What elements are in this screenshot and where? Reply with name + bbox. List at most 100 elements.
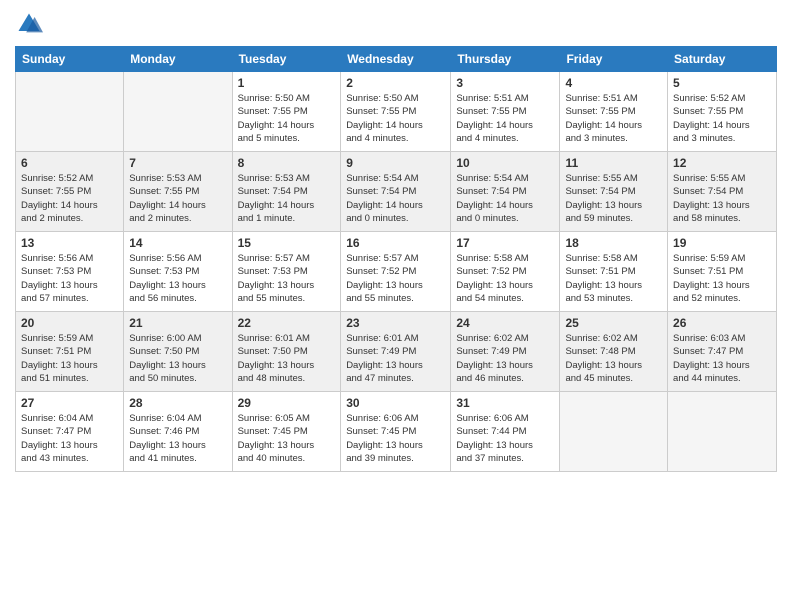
calendar-cell: 10 Sunrise: 5:54 AM Sunset: 7:54 PM Dayli…	[451, 152, 560, 232]
day-info: Sunrise: 5:54 AM Sunset: 7:54 PM Dayligh…	[456, 172, 554, 225]
calendar-cell: 17 Sunrise: 5:58 AM Sunset: 7:52 PM Dayli…	[451, 232, 560, 312]
logo	[15, 10, 47, 38]
day-number: 16	[346, 236, 445, 250]
week-row-4: 20 Sunrise: 5:59 AM Sunset: 7:51 PM Dayli…	[16, 312, 777, 392]
calendar-cell: 12 Sunrise: 5:55 AM Sunset: 7:54 PM Dayli…	[668, 152, 777, 232]
day-number: 3	[456, 76, 554, 90]
day-info: Sunrise: 5:51 AM Sunset: 7:55 PM Dayligh…	[565, 92, 662, 145]
calendar-cell: 15 Sunrise: 5:57 AM Sunset: 7:53 PM Dayli…	[232, 232, 341, 312]
day-number: 30	[346, 396, 445, 410]
calendar-cell: 18 Sunrise: 5:58 AM Sunset: 7:51 PM Dayli…	[560, 232, 668, 312]
day-info: Sunrise: 5:57 AM Sunset: 7:53 PM Dayligh…	[238, 252, 336, 305]
day-number: 9	[346, 156, 445, 170]
day-info: Sunrise: 5:53 AM Sunset: 7:55 PM Dayligh…	[129, 172, 226, 225]
calendar-cell: 22 Sunrise: 6:01 AM Sunset: 7:50 PM Dayli…	[232, 312, 341, 392]
day-number: 20	[21, 316, 118, 330]
day-info: Sunrise: 5:50 AM Sunset: 7:55 PM Dayligh…	[346, 92, 445, 145]
day-number: 8	[238, 156, 336, 170]
calendar-cell	[668, 392, 777, 472]
day-number: 27	[21, 396, 118, 410]
calendar-cell: 27 Sunrise: 6:04 AM Sunset: 7:47 PM Dayli…	[16, 392, 124, 472]
weekday-header-sunday: Sunday	[16, 47, 124, 72]
calendar-cell: 1 Sunrise: 5:50 AM Sunset: 7:55 PM Daylig…	[232, 72, 341, 152]
weekday-header-monday: Monday	[124, 47, 232, 72]
calendar-cell: 3 Sunrise: 5:51 AM Sunset: 7:55 PM Daylig…	[451, 72, 560, 152]
day-info: Sunrise: 5:54 AM Sunset: 7:54 PM Dayligh…	[346, 172, 445, 225]
day-number: 13	[21, 236, 118, 250]
calendar-cell: 29 Sunrise: 6:05 AM Sunset: 7:45 PM Dayli…	[232, 392, 341, 472]
day-info: Sunrise: 5:56 AM Sunset: 7:53 PM Dayligh…	[129, 252, 226, 305]
day-info: Sunrise: 6:01 AM Sunset: 7:49 PM Dayligh…	[346, 332, 445, 385]
day-info: Sunrise: 6:04 AM Sunset: 7:46 PM Dayligh…	[129, 412, 226, 465]
day-number: 23	[346, 316, 445, 330]
week-row-1: 1 Sunrise: 5:50 AM Sunset: 7:55 PM Daylig…	[16, 72, 777, 152]
day-number: 10	[456, 156, 554, 170]
calendar-cell: 20 Sunrise: 5:59 AM Sunset: 7:51 PM Dayli…	[16, 312, 124, 392]
day-number: 19	[673, 236, 771, 250]
calendar-cell: 5 Sunrise: 5:52 AM Sunset: 7:55 PM Daylig…	[668, 72, 777, 152]
calendar-cell: 7 Sunrise: 5:53 AM Sunset: 7:55 PM Daylig…	[124, 152, 232, 232]
calendar-cell: 21 Sunrise: 6:00 AM Sunset: 7:50 PM Dayli…	[124, 312, 232, 392]
day-number: 24	[456, 316, 554, 330]
calendar-cell: 11Sunrise: 5:55 AM Sunset: 7:54 PM Dayli…	[560, 152, 668, 232]
calendar-cell: 31Sunrise: 6:06 AM Sunset: 7:44 PM Dayli…	[451, 392, 560, 472]
day-number: 2	[346, 76, 445, 90]
day-number: 14	[129, 236, 226, 250]
day-number: 6	[21, 156, 118, 170]
day-info: Sunrise: 6:03 AM Sunset: 7:47 PM Dayligh…	[673, 332, 771, 385]
weekday-header-friday: Friday	[560, 47, 668, 72]
day-info: Sunrise: 5:51 AM Sunset: 7:55 PM Dayligh…	[456, 92, 554, 145]
day-number: 17	[456, 236, 554, 250]
week-row-5: 27 Sunrise: 6:04 AM Sunset: 7:47 PM Dayli…	[16, 392, 777, 472]
day-number: 28	[129, 396, 226, 410]
day-info: Sunrise: 5:55 AM Sunset: 7:54 PM Dayligh…	[565, 172, 662, 225]
day-info: Sunrise: 5:55 AM Sunset: 7:54 PM Dayligh…	[673, 172, 771, 225]
weekday-header-saturday: Saturday	[668, 47, 777, 72]
day-number: 5	[673, 76, 771, 90]
day-info: Sunrise: 6:02 AM Sunset: 7:49 PM Dayligh…	[456, 332, 554, 385]
calendar: SundayMondayTuesdayWednesdayThursdayFrid…	[15, 46, 777, 472]
day-info: Sunrise: 5:53 AM Sunset: 7:54 PM Dayligh…	[238, 172, 336, 225]
day-number: 21	[129, 316, 226, 330]
day-info: Sunrise: 5:52 AM Sunset: 7:55 PM Dayligh…	[673, 92, 771, 145]
day-info: Sunrise: 6:05 AM Sunset: 7:45 PM Dayligh…	[238, 412, 336, 465]
day-number: 25	[565, 316, 662, 330]
calendar-cell: 30 Sunrise: 6:06 AM Sunset: 7:45 PM Dayli…	[341, 392, 451, 472]
day-info: Sunrise: 6:00 AM Sunset: 7:50 PM Dayligh…	[129, 332, 226, 385]
calendar-cell: 2 Sunrise: 5:50 AM Sunset: 7:55 PM Daylig…	[341, 72, 451, 152]
day-number: 15	[238, 236, 336, 250]
day-info: Sunrise: 5:58 AM Sunset: 7:51 PM Dayligh…	[565, 252, 662, 305]
calendar-cell	[124, 72, 232, 152]
day-number: 1	[238, 76, 336, 90]
week-row-2: 6Sunrise: 5:52 AM Sunset: 7:55 PM Daylig…	[16, 152, 777, 232]
day-info: Sunrise: 5:58 AM Sunset: 7:52 PM Dayligh…	[456, 252, 554, 305]
weekday-header-tuesday: Tuesday	[232, 47, 341, 72]
calendar-cell	[560, 392, 668, 472]
day-info: Sunrise: 5:57 AM Sunset: 7:52 PM Dayligh…	[346, 252, 445, 305]
day-info: Sunrise: 5:56 AM Sunset: 7:53 PM Dayligh…	[21, 252, 118, 305]
day-number: 7	[129, 156, 226, 170]
header	[15, 10, 777, 38]
day-number: 12	[673, 156, 771, 170]
calendar-cell: 19 Sunrise: 5:59 AM Sunset: 7:51 PM Dayli…	[668, 232, 777, 312]
calendar-cell: 28 Sunrise: 6:04 AM Sunset: 7:46 PM Dayli…	[124, 392, 232, 472]
calendar-cell: 4 Sunrise: 5:51 AM Sunset: 7:55 PM Daylig…	[560, 72, 668, 152]
calendar-cell: 16 Sunrise: 5:57 AM Sunset: 7:52 PM Dayli…	[341, 232, 451, 312]
day-info: Sunrise: 6:04 AM Sunset: 7:47 PM Dayligh…	[21, 412, 118, 465]
day-number: 22	[238, 316, 336, 330]
week-row-3: 13 Sunrise: 5:56 AM Sunset: 7:53 PM Dayli…	[16, 232, 777, 312]
day-info: Sunrise: 6:01 AM Sunset: 7:50 PM Dayligh…	[238, 332, 336, 385]
day-number: 4	[565, 76, 662, 90]
day-info: Sunrise: 5:50 AM Sunset: 7:55 PM Dayligh…	[238, 92, 336, 145]
weekday-header-thursday: Thursday	[451, 47, 560, 72]
day-info: Sunrise: 6:02 AM Sunset: 7:48 PM Dayligh…	[565, 332, 662, 385]
day-info: Sunrise: 5:59 AM Sunset: 7:51 PM Dayligh…	[21, 332, 118, 385]
calendar-cell: 13 Sunrise: 5:56 AM Sunset: 7:53 PM Dayli…	[16, 232, 124, 312]
day-number: 29	[238, 396, 336, 410]
calendar-cell: 24 Sunrise: 6:02 AM Sunset: 7:49 PM Dayli…	[451, 312, 560, 392]
day-number: 18	[565, 236, 662, 250]
day-info: Sunrise: 6:06 AM Sunset: 7:45 PM Dayligh…	[346, 412, 445, 465]
day-info: Sunrise: 5:59 AM Sunset: 7:51 PM Dayligh…	[673, 252, 771, 305]
calendar-cell: 26Sunrise: 6:03 AM Sunset: 7:47 PM Dayli…	[668, 312, 777, 392]
weekday-header-wednesday: Wednesday	[341, 47, 451, 72]
